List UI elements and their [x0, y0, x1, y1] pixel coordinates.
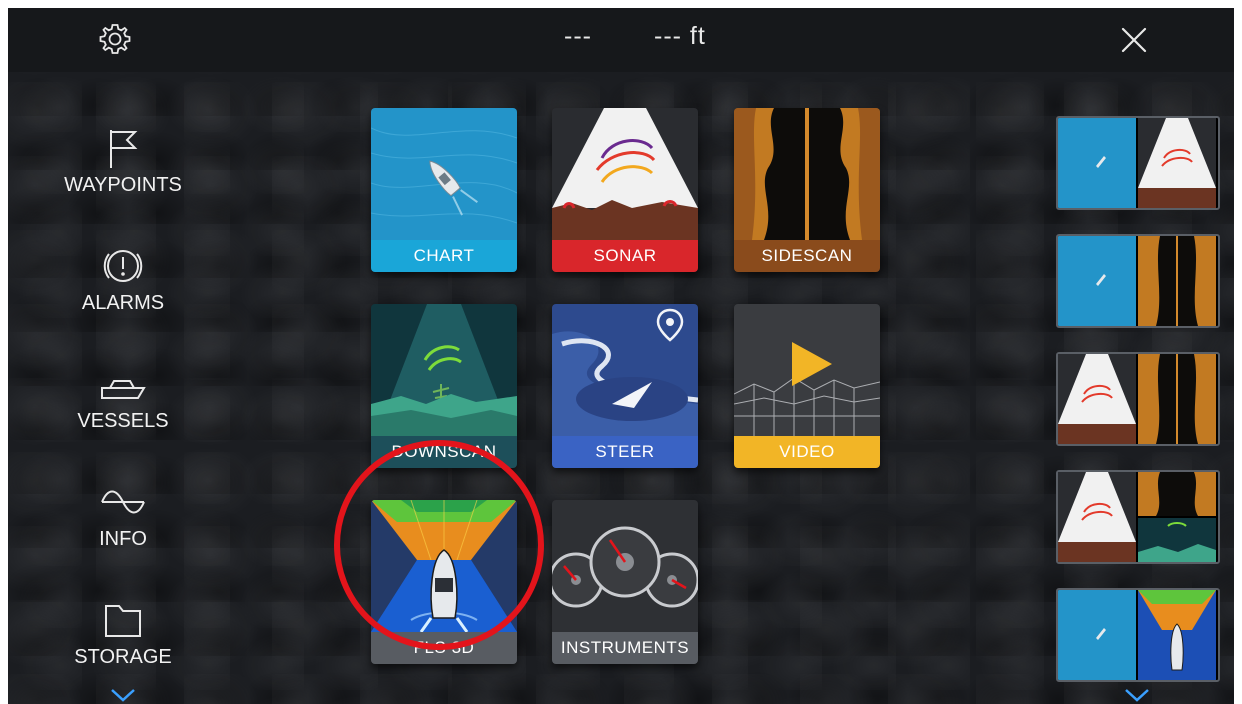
downscan-app-icon: [371, 304, 517, 436]
chart-app-icon: [371, 108, 517, 240]
app-tile-label: VIDEO: [734, 436, 880, 468]
folder-icon: [105, 605, 141, 637]
wave-icon: [101, 490, 145, 514]
app-tile-label: SIDESCAN: [734, 240, 880, 272]
sidebar-item-label: INFO: [99, 528, 147, 550]
close-icon[interactable]: [1118, 24, 1150, 56]
sonar-app-icon: [552, 108, 698, 240]
readout-primary: ---: [564, 22, 592, 50]
downscan-thumbnail: [1138, 518, 1216, 562]
presets-chevron-down-icon[interactable]: [1124, 688, 1150, 702]
sidebar-item-label: STORAGE: [74, 646, 172, 668]
sidescan-app-icon: [734, 108, 880, 240]
app-tile-chart[interactable]: CHART: [371, 108, 517, 272]
sonar-thumbnail: [1058, 354, 1136, 444]
app-tile-label: INSTRUMENTS: [552, 632, 698, 664]
fls-3d-thumbnail: [1138, 590, 1216, 680]
sidebar-item-storage[interactable]: STORAGE: [48, 598, 198, 698]
sidescan-thumbnail: [1138, 354, 1216, 444]
video-app-icon: [734, 304, 880, 436]
alarm-icon: [103, 250, 143, 282]
preset-sonar-sidescan-downscan[interactable]: [1056, 470, 1220, 564]
chart-thumbnail: [1058, 590, 1136, 680]
highlight-circle: [334, 440, 544, 650]
chart-thumbnail: [1058, 236, 1136, 326]
app-tile-label: CHART: [371, 240, 517, 272]
sidebar-item-waypoints[interactable]: WAYPOINTS: [48, 126, 198, 226]
app-tile-sonar[interactable]: SONAR: [552, 108, 698, 272]
preset-chart-sonar[interactable]: [1056, 116, 1220, 210]
app-tile-label: STEER: [552, 436, 698, 468]
sonar-thumbnail: [1058, 472, 1136, 562]
app-tile-video[interactable]: VIDEO: [734, 304, 880, 468]
app-tile-instruments[interactable]: INSTRUMENTS: [552, 500, 698, 664]
sidebar-item-label: WAYPOINTS: [64, 174, 182, 196]
sidebar-item-label: VESSELS: [77, 410, 169, 432]
chart-thumbnail: [1058, 118, 1136, 208]
top-bar: --- --- ft: [8, 8, 1234, 72]
boat-icon: [101, 380, 146, 399]
preset-sonar-sidescan[interactable]: [1056, 352, 1220, 446]
steer-app-icon: [552, 304, 698, 436]
sidebar-item-vessels[interactable]: VESSELS: [48, 362, 198, 462]
readout-depth: --- ft: [654, 22, 706, 50]
app-tile-sidescan[interactable]: SIDESCAN: [734, 108, 880, 272]
flag-icon: [110, 130, 138, 168]
sidescan-thumbnail: [1138, 472, 1216, 516]
home-screen: --- --- ft WAYPOINTS ALARMS VESSELS INFO…: [8, 8, 1234, 704]
sidebar-item-label: ALARMS: [81, 292, 165, 314]
chevron-down-icon[interactable]: [110, 688, 136, 702]
app-tile-label: SONAR: [552, 240, 698, 272]
preset-chart-fls-3d[interactable]: [1056, 588, 1220, 682]
sidescan-thumbnail: [1138, 236, 1216, 326]
sonar-thumbnail: [1138, 118, 1216, 208]
gear-icon[interactable]: [98, 22, 132, 56]
instruments-app-icon: [552, 500, 698, 632]
app-tile-steer[interactable]: STEER: [552, 304, 698, 468]
sidebar-item-info[interactable]: INFO: [48, 480, 198, 580]
preset-chart-sidescan[interactable]: [1056, 234, 1220, 328]
sidebar-item-alarms[interactable]: ALARMS: [48, 244, 198, 344]
